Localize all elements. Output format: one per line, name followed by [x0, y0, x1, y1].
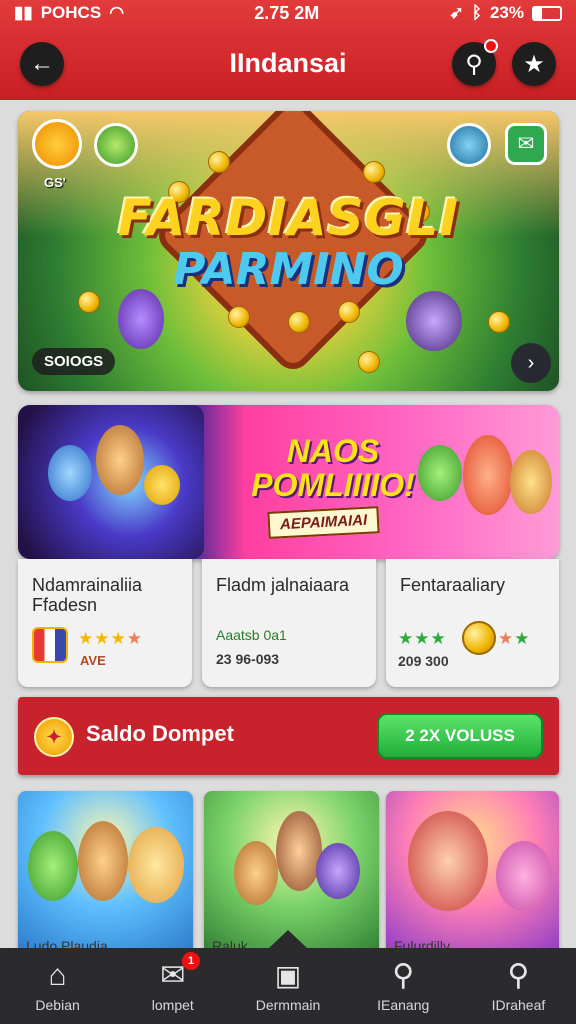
- character-pet: [496, 841, 552, 911]
- hero-subtitle: PARMINO: [173, 244, 404, 295]
- wallet-action-button[interactable]: 2 2X VOLUSS: [377, 713, 543, 759]
- coin-icon: [208, 151, 230, 173]
- back-button[interactable]: ←: [20, 42, 64, 86]
- wallet-icon: ✦: [34, 717, 74, 757]
- promo-subtitle: POMLIIIIO!: [251, 467, 415, 503]
- location-icon: ➹: [449, 3, 464, 22]
- character-girl: [128, 827, 184, 903]
- coin-icon: [358, 351, 380, 373]
- game-thumbnail-icon: [32, 627, 68, 663]
- nav-label: IDraheaf: [491, 997, 546, 1013]
- character-boy: [48, 445, 92, 501]
- search-icon: ⚲: [507, 959, 530, 992]
- nav-label: Dermmain: [255, 997, 321, 1013]
- rating-stars: ★★★: [398, 629, 447, 648]
- game-thumbnail[interactable]: Ludo Plaudia: [18, 791, 193, 956]
- character-hero: [118, 289, 164, 349]
- character-creature: [406, 291, 462, 351]
- search-icon: ⚲: [392, 959, 415, 992]
- search-icon: ⚲: [465, 50, 483, 78]
- top-bar: ▮▮ POHCS ◠ 2.75 2M ➹ ᛒ 23% ← IIndansai ⚲…: [0, 0, 576, 100]
- nav-label: lompet: [151, 997, 194, 1013]
- nav-label: IEanang: [377, 997, 430, 1013]
- game-card[interactable]: Fentaraaliary ★★★ ★★ 209 300: [386, 559, 559, 687]
- wifi-icon: ◠: [109, 3, 125, 22]
- coin-icon: [488, 311, 510, 333]
- home-icon: ⌂: [48, 959, 67, 992]
- person-star-icon: ★: [523, 50, 545, 78]
- battery-icon: [532, 5, 562, 21]
- character-pet: [144, 465, 180, 505]
- wallet-label: Saldo Dompet: [86, 721, 234, 746]
- arrow-left-icon: ←: [30, 50, 54, 77]
- nav-item-home[interactable]: ⌂ Debian: [0, 948, 115, 1024]
- notification-badge: 1: [182, 952, 201, 970]
- coin-icon: [338, 301, 360, 323]
- nav-item-search-2[interactable]: ⚲ IDraheaf: [461, 948, 576, 1024]
- game-thumbnail[interactable]: Raluk: [204, 791, 379, 956]
- wallet-balance-bar: ✦ Saldo Dompet 2 2X VOLUSS: [18, 697, 559, 775]
- status-bar: ▮▮ POHCS ◠ 2.75 2M ➹ ᛒ 23%: [0, 0, 576, 26]
- app-header: ← IIndansai ⚲ ★: [0, 26, 576, 100]
- card-value: 23 96-093: [216, 651, 280, 667]
- nav-item-wallet[interactable]: ✉ 1 lompet: [115, 948, 230, 1024]
- character-girl: [463, 435, 513, 515]
- coin-icon: [288, 311, 310, 333]
- character-kid: [234, 841, 278, 905]
- gem-badge-icon[interactable]: [94, 123, 138, 167]
- card-subtitle: Aaatsb 0a1: [216, 627, 287, 643]
- promo-tag: AEPAIMAIAI: [267, 506, 380, 539]
- game-card[interactable]: Ndamrainaliia Ffadesn ★★★★ AVE: [18, 559, 192, 687]
- carrier-label: POHCS: [40, 3, 102, 22]
- card-title: Fentaraaliary: [400, 575, 506, 595]
- profile-button[interactable]: ★: [512, 42, 556, 86]
- nav-label: Debian: [35, 997, 80, 1013]
- signal-icon: ▮▮: [14, 3, 33, 22]
- card-value: AVE: [80, 653, 106, 668]
- notification-dot: [484, 39, 498, 53]
- character-dino: [28, 831, 78, 901]
- hero-title: FARDIASGLI: [117, 189, 460, 247]
- coin-icon: [363, 161, 385, 183]
- character-hero: [408, 811, 488, 911]
- card-value: 209 300: [398, 653, 449, 669]
- page-title: IIndansai: [229, 47, 347, 78]
- character-kid: [78, 821, 128, 901]
- chest-icon: ▣: [274, 960, 302, 991]
- chevron-right-icon[interactable]: ›: [511, 343, 551, 383]
- nav-item-search[interactable]: ⚲ IEanang: [346, 948, 461, 1024]
- character-creature: [316, 843, 360, 899]
- game-thumbnail[interactable]: Fulurdilly: [386, 791, 559, 956]
- promo-characters: [18, 405, 204, 559]
- game-card[interactable]: Fladm jalnaiaara Aaatsb 0a1 23 96-093: [202, 559, 376, 687]
- battery-percent: 23%: [489, 3, 524, 22]
- promo-banner[interactable]: NAOS POMLIIIIO! AEPAIMAIAI: [18, 405, 559, 559]
- character-boy-2: [510, 450, 552, 514]
- avatar-badge-icon[interactable]: [447, 123, 491, 167]
- rating-stars-extra: ★★: [498, 629, 531, 648]
- bottom-navigation: ⌂ Debian ✉ 1 lompet ▣ Dermmain ⚲ IEanang…: [0, 948, 576, 1024]
- nav-item-main[interactable]: ▣ Dermmain: [230, 948, 345, 1024]
- character-boy: [276, 811, 322, 891]
- card-title: Fladm jalnaiaara: [216, 575, 350, 595]
- card-title: Ndamrainaliia Ffadesn: [32, 575, 143, 615]
- clock: 2.75 2M: [254, 2, 320, 23]
- coin-icon: [228, 306, 250, 328]
- hero-banner[interactable]: FARDIASGLI PARMINO GS' ✉ SOIOGS ›: [18, 111, 559, 391]
- hero-chip[interactable]: SOIOGS: [32, 348, 116, 375]
- character-kid: [96, 425, 144, 495]
- bluetooth-icon: ᛒ: [471, 3, 482, 22]
- face-badge-icon[interactable]: [32, 119, 82, 169]
- search-button[interactable]: ⚲: [452, 39, 498, 86]
- badge-label: GS': [44, 175, 66, 190]
- rating-stars: ★★★★: [78, 629, 143, 648]
- promo-title: NAOS: [286, 433, 380, 469]
- gift-badge-icon[interactable]: ✉: [505, 123, 547, 165]
- coin-icon: [462, 621, 496, 655]
